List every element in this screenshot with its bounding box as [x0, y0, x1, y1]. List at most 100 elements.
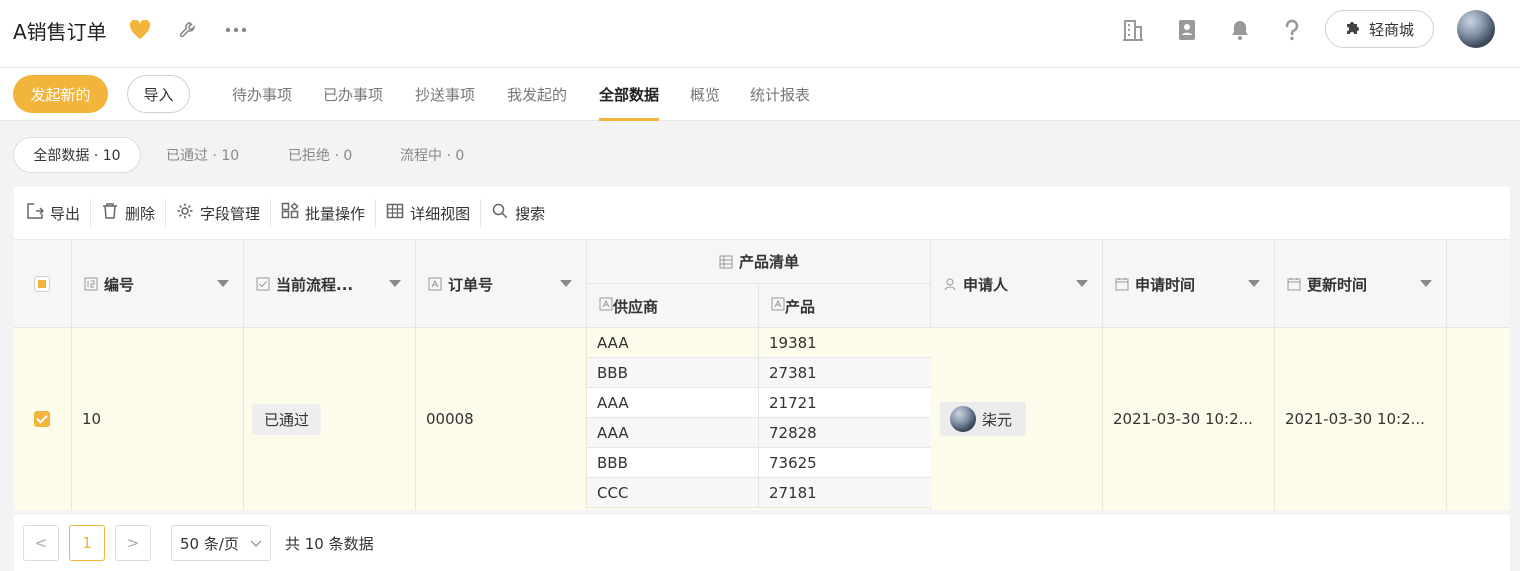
prev-page-button[interactable]: < [23, 525, 59, 561]
calendar-icon [1287, 277, 1301, 291]
shop-button[interactable]: 轻商城 [1325, 10, 1434, 48]
product-line: BBB 27381 [587, 358, 931, 388]
chevron-down-icon [250, 536, 262, 554]
batch-button[interactable]: 批量操作 [271, 199, 377, 227]
product-group-title: 产品清单 [587, 240, 931, 284]
next-page-button[interactable]: > [115, 525, 151, 561]
select-all-cell [14, 240, 72, 328]
column-id-sort-icon[interactable] [217, 280, 229, 287]
column-applicant-sort-icon[interactable] [1076, 280, 1088, 287]
tab-all-data[interactable]: 全部数据 [599, 68, 660, 121]
column-applicant-label: 申请人 [963, 275, 1009, 294]
product-code: 72828 [769, 424, 817, 442]
column-apply-time[interactable]: 申请时间 [1103, 240, 1275, 328]
filter-rejected[interactable]: 已拒绝 · 0 [288, 137, 352, 173]
more-icon[interactable] [224, 18, 248, 42]
tab-overview[interactable]: 概览 [690, 68, 720, 121]
column-flow-label: 当前流程... [276, 275, 354, 294]
column-order-no[interactable]: 订单号 [416, 240, 587, 328]
import-button[interactable]: 导入 [127, 75, 190, 113]
user-avatar[interactable] [1457, 10, 1495, 48]
row-checkbox[interactable] [34, 411, 50, 427]
product-code: 21721 [769, 394, 817, 412]
product-line: AAA 19381 [587, 328, 931, 358]
column-product[interactable]: 产品 [759, 284, 931, 328]
tab-reports[interactable]: 统计报表 [750, 68, 810, 121]
product-supplier: BBB [587, 448, 759, 478]
search-icon [491, 202, 509, 224]
product-supplier: AAA [587, 328, 759, 358]
data-card: 导出 删除 字段管理 批量操作 详细视图 搜索 编号 当前流程... 订单号 产… [14, 187, 1510, 510]
cell-id: 10 [72, 328, 244, 510]
row-select-cell [14, 328, 72, 510]
search-button[interactable]: 搜索 [481, 199, 555, 227]
bell-icon[interactable] [1228, 18, 1252, 42]
product-line: CCC 27181 [587, 478, 931, 508]
cell-update-time: 2021-03-30 10:2... [1275, 328, 1447, 510]
subform-icon [719, 255, 733, 269]
product-line: AAA 21721 [587, 388, 931, 418]
export-icon [26, 202, 45, 224]
table-icon [386, 202, 404, 224]
export-label: 导出 [50, 204, 81, 223]
product-supplier: AAA [587, 388, 759, 418]
cell-order-no: 00008 [416, 328, 587, 510]
tab-bar: 发起新的 导入 待办事项 已办事项 抄送事项 我发起的 全部数据 概览 统计报表 [0, 68, 1520, 121]
applicant-chip[interactable]: 柒元 [940, 402, 1027, 436]
product-code: 73625 [769, 454, 817, 472]
column-id[interactable]: 编号 [72, 240, 244, 328]
help-icon[interactable] [1280, 18, 1304, 42]
column-product-label: 产品 [785, 297, 816, 316]
column-flow[interactable]: 当前流程... [244, 240, 416, 328]
filter-approved[interactable]: 已通过 · 10 [166, 137, 239, 173]
shop-button-label: 轻商城 [1368, 20, 1414, 39]
field-manage-label: 字段管理 [200, 204, 261, 223]
cell-flow: 已通过 [244, 328, 416, 510]
user-field-icon [943, 277, 957, 291]
column-group-products: 产品清单 供应商 产品 [587, 240, 931, 328]
column-update-time[interactable]: 更新时间 [1275, 240, 1447, 328]
text-field-icon [428, 277, 442, 291]
product-line: BBB 73625 [587, 448, 931, 478]
select-all-checkbox[interactable] [34, 276, 50, 292]
export-button[interactable]: 导出 [14, 199, 92, 227]
detail-view-button[interactable]: 详细视图 [376, 199, 482, 227]
product-supplier: BBB [587, 358, 759, 388]
table-row[interactable]: 10 已通过 00008 AAA 19381 BBB 27381 AAA 21721 … [14, 328, 1510, 510]
column-order-no-sort-icon[interactable] [560, 280, 572, 287]
column-applicant[interactable]: 申请人 [931, 240, 1103, 328]
building-icon[interactable] [1121, 18, 1145, 42]
current-page-button[interactable]: 1 [69, 525, 105, 561]
field-manage-button[interactable]: 字段管理 [166, 199, 272, 227]
delete-button[interactable]: 删除 [91, 199, 167, 227]
delete-label: 删除 [125, 204, 156, 223]
tab-done[interactable]: 已办事项 [323, 68, 383, 121]
app-title: A销售订单 [13, 20, 107, 44]
checkbox-field-icon [256, 277, 270, 291]
column-flow-sort-icon[interactable] [389, 280, 401, 287]
page-size-select[interactable]: 50 条/页 [171, 525, 271, 561]
tab-todo[interactable]: 待办事项 [232, 68, 292, 121]
column-supplier[interactable]: 供应商 [587, 284, 759, 328]
puzzle-icon [1345, 19, 1361, 39]
heart-icon[interactable] [128, 18, 152, 42]
tab-mine[interactable]: 我发起的 [507, 68, 567, 121]
column-id-label: 编号 [104, 275, 135, 294]
tab-cc[interactable]: 抄送事项 [415, 68, 475, 121]
table-toolbar: 导出 删除 字段管理 批量操作 详细视图 搜索 [14, 187, 1510, 240]
contacts-icon[interactable] [1175, 18, 1199, 42]
column-apply-time-sort-icon[interactable] [1248, 280, 1260, 287]
new-button[interactable]: 发起新的 [13, 75, 108, 113]
pagination: < 1 > 50 条/页 共 10 条数据 [14, 515, 1510, 571]
filter-in-progress[interactable]: 流程中 · 0 [400, 137, 464, 173]
product-supplier: AAA [587, 418, 759, 448]
app-header: A销售订单 轻商城 [0, 0, 1520, 68]
wrench-icon[interactable] [176, 18, 200, 42]
product-supplier: CCC [587, 478, 759, 508]
gear-icon [176, 202, 194, 224]
column-order-no-label: 订单号 [448, 275, 494, 294]
cell-apply-time: 2021-03-30 10:2... [1103, 328, 1275, 510]
product-code: 19381 [769, 334, 817, 352]
filter-all[interactable]: 全部数据 · 10 [13, 137, 141, 173]
column-update-time-sort-icon[interactable] [1420, 280, 1432, 287]
